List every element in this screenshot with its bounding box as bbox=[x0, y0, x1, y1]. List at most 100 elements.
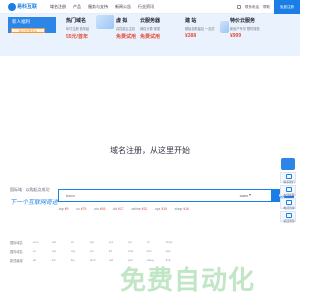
page: 易科互联 域名注册 产品 服务与支持 新闻公告 行业资讯 联系电话 帮助 免费注… bbox=[0, 0, 300, 300]
price-ext: .cc bbox=[75, 207, 80, 211]
price-ext: .xin bbox=[93, 207, 99, 211]
promo-desc: 弹性计算 按需 bbox=[140, 27, 161, 31]
price-item[interactable]: .top¥9 bbox=[58, 207, 68, 211]
side-tool-phone[interactable]: 电话咨询 bbox=[280, 198, 296, 210]
new-user-offer-button[interactable]: 新户优惠专享 bbox=[11, 28, 45, 33]
nav-item-news[interactable]: 新闻公告 bbox=[115, 0, 131, 14]
domain-row: 国际域名 .com .net .cn .top .xyz .vip .cc .s… bbox=[10, 240, 250, 249]
domain-ext[interactable]: .ink bbox=[51, 258, 63, 262]
domain-ext[interactable]: .shop bbox=[165, 240, 177, 244]
phone-icon bbox=[286, 200, 292, 205]
headset-icon bbox=[286, 187, 292, 192]
promo-price: ¥388 bbox=[185, 33, 197, 39]
logo-text: 易科互联 bbox=[17, 4, 38, 10]
domain-ext[interactable]: .cc bbox=[146, 240, 158, 244]
domain-ext[interactable]: .club bbox=[127, 249, 139, 253]
promo-price: ¥999 bbox=[230, 33, 242, 39]
price-ext: .xyz bbox=[154, 207, 161, 211]
top-right-links: 联系电话 帮助 免费注册 bbox=[237, 0, 300, 14]
domain-ext[interactable]: .cn bbox=[32, 249, 44, 253]
domain-row: 国内域名 .cn .net .org .xin .ltd .club .info… bbox=[10, 249, 250, 258]
domain-ext[interactable]: .site bbox=[165, 249, 177, 253]
side-tool-label: 返回顶部 bbox=[283, 218, 295, 223]
price-value: ¥16 bbox=[183, 207, 189, 211]
promo-name: 云服务器 bbox=[140, 18, 161, 24]
promo-art bbox=[220, 21, 229, 33]
nav-item-domain[interactable]: 域名注册 bbox=[50, 0, 66, 14]
domain-ext[interactable]: .info bbox=[146, 249, 158, 253]
domain-row-label: 国内域名 bbox=[10, 250, 23, 254]
promo-art bbox=[96, 15, 114, 29]
price-value: ¥15 bbox=[161, 207, 167, 211]
new-user-title: 新人福利 bbox=[12, 19, 30, 24]
promo-price: 免费试用 bbox=[140, 34, 161, 40]
side-tool-service[interactable]: 在线客服 bbox=[280, 185, 296, 197]
price-value: ¥45 bbox=[99, 207, 106, 211]
arrow-up-icon bbox=[286, 213, 292, 218]
domain-suffix-select[interactable]: .com bbox=[239, 190, 248, 201]
main-nav: 域名注册 产品 服务与支持 新闻公告 行业资讯 bbox=[50, 0, 154, 14]
promo-desc: 模板自助建站 一站式 bbox=[185, 27, 215, 31]
price-item[interactable]: .ltd¥27 bbox=[112, 207, 123, 211]
promo-price: 55元/首年 bbox=[66, 34, 88, 40]
domain-ext[interactable]: .art bbox=[32, 258, 44, 262]
phone-icon bbox=[237, 5, 241, 9]
promo-name: 建 站 bbox=[185, 18, 197, 24]
price-item[interactable]: .shop¥16 bbox=[174, 207, 189, 211]
price-ext: .shop bbox=[173, 207, 183, 211]
price-ext: .top bbox=[58, 207, 64, 211]
price-item[interactable]: .cc¥75 bbox=[75, 207, 86, 211]
phone-link[interactable]: 联系电话 bbox=[245, 5, 259, 10]
nav-item-products[interactable]: 产品 bbox=[73, 0, 81, 14]
logo-icon bbox=[8, 3, 16, 11]
nav-item-support[interactable]: 服务与支持 bbox=[88, 0, 108, 14]
domain-search-input[interactable] bbox=[59, 190, 219, 201]
slogan-headline: 下一个互联网奇迹 bbox=[10, 200, 59, 206]
promo-desc: 高性能云主机 bbox=[116, 27, 136, 31]
price-ext: .online bbox=[130, 207, 141, 211]
chat-icon[interactable] bbox=[281, 158, 295, 170]
domain-row-label: 国际域名 bbox=[10, 241, 23, 245]
domain-ext[interactable]: .fun bbox=[70, 258, 82, 262]
domain-ext[interactable]: .xyz bbox=[108, 240, 120, 244]
contact-icon bbox=[286, 174, 292, 179]
price-value: ¥27 bbox=[117, 207, 124, 211]
price-value: ¥32 bbox=[141, 207, 148, 211]
side-tool-label: 在线客服 bbox=[283, 192, 295, 197]
price-item[interactable]: .online¥32 bbox=[131, 207, 148, 211]
watermark: 免费自动化 bbox=[120, 265, 256, 295]
domain-ext[interactable]: .com bbox=[32, 240, 44, 244]
nav-item-industry[interactable]: 行业资讯 bbox=[138, 0, 154, 14]
top-navbar: 易科互联 域名注册 产品 服务与支持 新闻公告 行业资讯 联系电话 帮助 免费注… bbox=[0, 0, 300, 14]
domain-ext[interactable]: .tech bbox=[89, 258, 101, 262]
hero-title: 域名注册，从这里开始 bbox=[110, 146, 190, 155]
promo-desc: 年付注册 首年起 bbox=[66, 27, 90, 31]
domain-ext[interactable]: .org bbox=[70, 249, 82, 253]
side-toolbar: 联系我们 在线客服 电话咨询 返回顶部 bbox=[280, 172, 296, 224]
side-tool-label: 电话咨询 bbox=[283, 205, 295, 210]
domain-row-label: 新顶级域 bbox=[10, 259, 23, 263]
promo-desc: 新用户专享 限时特惠 bbox=[230, 27, 260, 31]
site-logo[interactable]: 易科互联 bbox=[8, 3, 38, 11]
price-value: ¥9 bbox=[64, 207, 69, 211]
domain-ext[interactable]: .net bbox=[51, 249, 63, 253]
side-tool-contact[interactable]: 联系我们 bbox=[280, 172, 296, 184]
promo-name: 热门域名 bbox=[66, 18, 87, 24]
help-link[interactable]: 帮助 bbox=[263, 5, 270, 10]
price-value: ¥75 bbox=[80, 207, 87, 211]
domain-ext[interactable]: .ltd bbox=[108, 249, 120, 253]
side-tool-top[interactable]: 返回顶部 bbox=[280, 211, 296, 223]
promo-name: 特价云服务 bbox=[230, 18, 256, 24]
domain-search-bar: .com bbox=[58, 189, 294, 202]
price-item[interactable]: .xyz¥15 bbox=[154, 207, 167, 211]
domain-ext[interactable]: .cn bbox=[70, 240, 82, 244]
suffix-price-list: .top¥9 .cc¥75 .xin¥45 .ltd¥27 .online¥32… bbox=[58, 207, 189, 211]
domain-ext[interactable]: .red bbox=[108, 258, 120, 262]
price-item[interactable]: .xin¥45 bbox=[93, 207, 105, 211]
domain-ext[interactable]: .vip bbox=[127, 240, 139, 244]
domain-ext[interactable]: .xin bbox=[89, 249, 101, 253]
domain-ext[interactable]: .net bbox=[51, 240, 63, 244]
promo-name: 虚 拟 bbox=[116, 18, 128, 24]
domain-ext[interactable]: .top bbox=[89, 240, 101, 244]
register-button[interactable]: 免费注册 bbox=[274, 0, 300, 14]
